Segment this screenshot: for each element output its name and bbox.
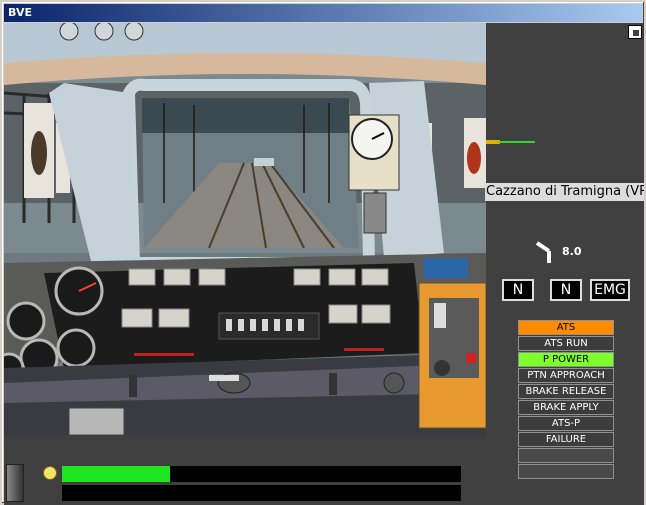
cab-interior-illustration bbox=[4, 23, 486, 435]
message-bar bbox=[62, 485, 461, 501]
ats-indicator bbox=[518, 448, 614, 463]
client-area: Cazzano di Tramigna (VR 8.0 N N EMG ATS A… bbox=[4, 23, 644, 505]
ats-indicator: BRAKE APPLY bbox=[518, 400, 614, 415]
score-bar-fill bbox=[62, 466, 170, 482]
ats-indicator: BRAKE RELEASE bbox=[518, 384, 614, 399]
ats-indicator: PTN APPROACH bbox=[518, 368, 614, 383]
brake-indicator: EMG bbox=[590, 279, 630, 301]
ats-indicator: ATS RUN bbox=[518, 336, 614, 351]
cab-view bbox=[4, 23, 486, 435]
station-name: Cazzano di Tramigna (VR bbox=[485, 183, 644, 201]
score-bar bbox=[62, 466, 461, 482]
signal-indicator-green bbox=[499, 141, 535, 143]
ats-indicator: ATS-P bbox=[518, 416, 614, 431]
speed-value: 8.0 bbox=[562, 245, 582, 258]
ats-panel: ATS ATS RUN P POWER PTN APPROACH BRAKE RELEA… bbox=[518, 320, 614, 480]
ats-indicator bbox=[518, 464, 614, 479]
ats-indicator: FAILURE bbox=[518, 432, 614, 447]
ats-indicator: ATS bbox=[518, 320, 614, 335]
notch-lever-handle[interactable] bbox=[6, 464, 24, 502]
signal-indicator-amber bbox=[486, 140, 500, 144]
power-indicator: N bbox=[550, 279, 582, 301]
reverser-indicator: N bbox=[502, 279, 534, 301]
window-title: BVE bbox=[4, 4, 642, 22]
panel-toggle-icon[interactable] bbox=[628, 25, 642, 39]
ats-indicator: P POWER bbox=[518, 352, 614, 367]
bve-window: BVE Cazzano di Tramigna (VR 8.0 N N EMG … bbox=[0, 0, 646, 505]
smiley-icon bbox=[43, 466, 57, 480]
brake-handle-icon bbox=[535, 241, 551, 263]
